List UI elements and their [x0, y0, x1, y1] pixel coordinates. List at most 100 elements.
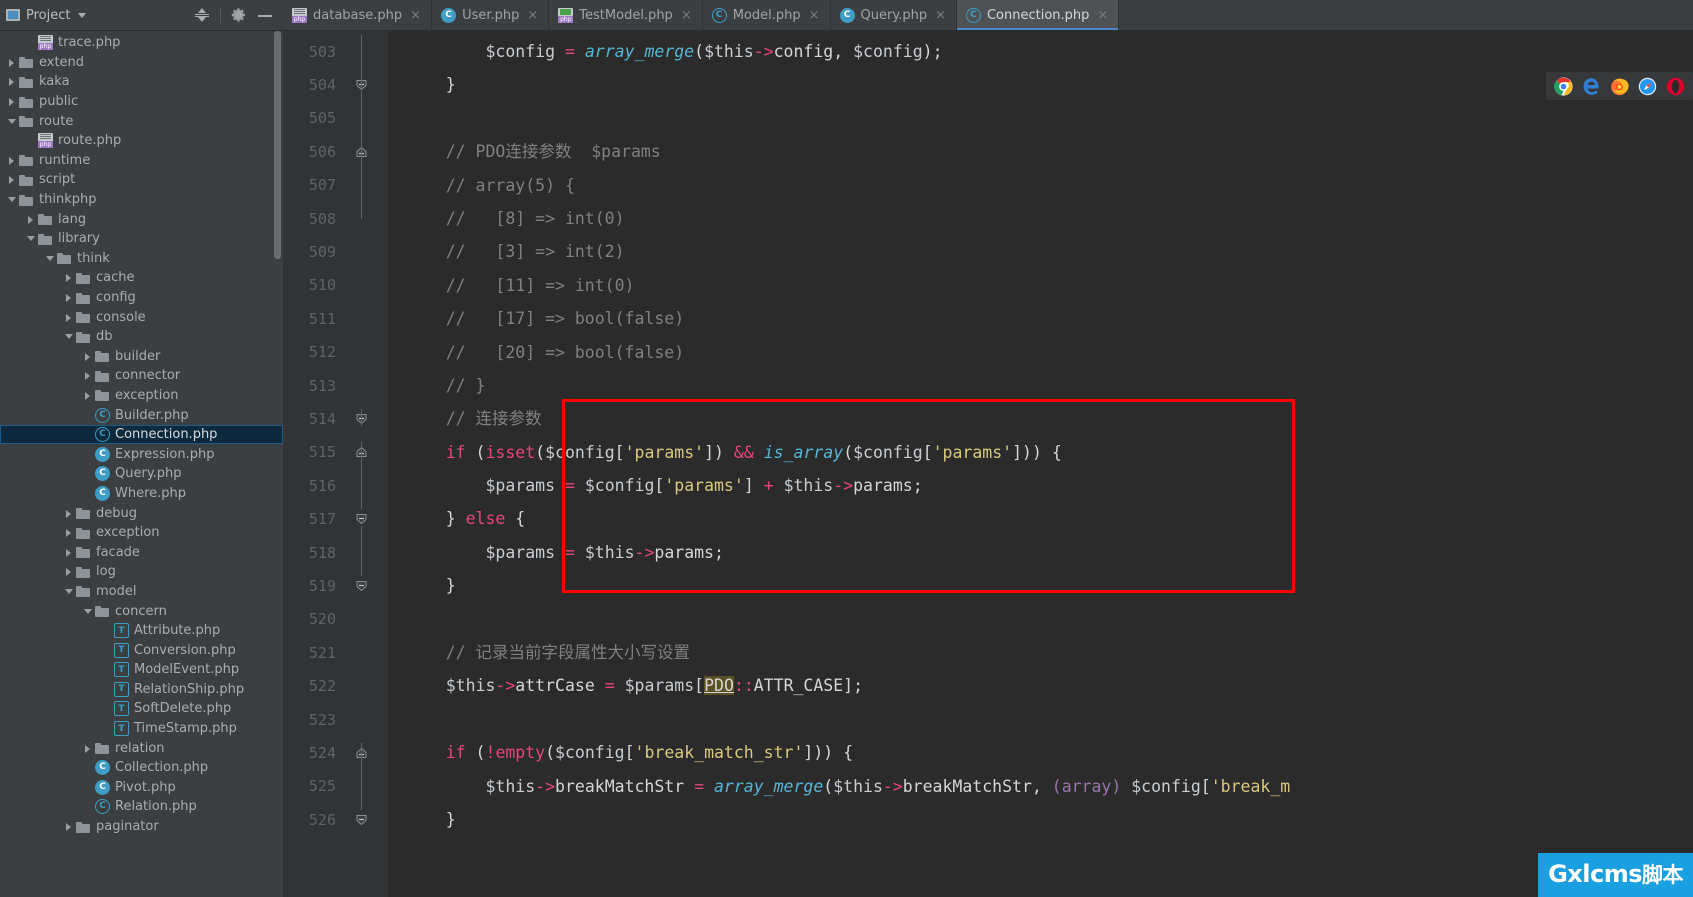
tree-item[interactable]: T ModelEvent.php: [0, 660, 283, 680]
tree-item[interactable]: trace.php: [0, 33, 283, 53]
tree-expand-arrow-icon[interactable]: [6, 193, 19, 206]
editor-tab[interactable]: database.php ×: [283, 0, 433, 30]
minimize-icon[interactable]: [257, 7, 273, 23]
close-tab-icon[interactable]: ×: [410, 9, 421, 22]
tree-item[interactable]: relation: [0, 738, 283, 758]
editor-tab[interactable]: C Query.php ×: [830, 0, 957, 30]
tree-item[interactable]: C Where.php: [0, 484, 283, 504]
tree-item[interactable]: C Query.php: [0, 464, 283, 484]
code-line[interactable]: } else {: [388, 502, 1693, 535]
code-line[interactable]: // [8] => int(0): [388, 202, 1693, 235]
gear-icon[interactable]: [231, 7, 247, 23]
code-line[interactable]: // }: [388, 369, 1693, 402]
project-title-group[interactable]: Project: [6, 8, 194, 23]
tree-expand-arrow-icon[interactable]: [63, 271, 76, 284]
code-line[interactable]: if (isset($config['params']) && is_array…: [388, 436, 1693, 469]
tree-item[interactable]: route.php: [0, 131, 283, 151]
tree-item[interactable]: log: [0, 562, 283, 582]
code-line[interactable]: // 记录当前字段属性大小写设置: [388, 636, 1693, 669]
chrome-icon[interactable]: [1554, 76, 1573, 96]
tree-item[interactable]: library: [0, 229, 283, 249]
tree-item[interactable]: extend: [0, 53, 283, 73]
tree-expand-arrow-icon[interactable]: [6, 173, 19, 186]
tree-expand-arrow-icon[interactable]: [63, 330, 76, 343]
tree-expand-arrow-icon[interactable]: [25, 213, 38, 226]
tree-expand-arrow-icon[interactable]: [6, 154, 19, 167]
tree-expand-arrow-icon[interactable]: [63, 507, 76, 520]
code-line[interactable]: // PDO连接参数 $params: [388, 135, 1693, 168]
code-line[interactable]: }: [388, 803, 1693, 836]
project-tree[interactable]: trace.php extend kaka public route route.php r…: [0, 31, 283, 897]
tree-item[interactable]: console: [0, 307, 283, 327]
safari-icon[interactable]: [1638, 77, 1657, 96]
tree-item[interactable]: C Pivot.php: [0, 778, 283, 798]
tree-expand-arrow-icon[interactable]: [63, 526, 76, 539]
code-line[interactable]: }: [388, 68, 1693, 101]
tree-item[interactable]: cache: [0, 268, 283, 288]
tree-item[interactable]: route: [0, 111, 283, 131]
tree-item[interactable]: T SoftDelete.php: [0, 699, 283, 719]
tree-item[interactable]: kaka: [0, 72, 283, 92]
tree-item[interactable]: connector: [0, 366, 283, 386]
code-line[interactable]: [388, 703, 1693, 736]
code-fold-icon[interactable]: [356, 514, 367, 525]
tree-item[interactable]: model: [0, 582, 283, 602]
tree-item[interactable]: paginator: [0, 817, 283, 837]
close-tab-icon[interactable]: ×: [681, 9, 692, 22]
code-fold-icon[interactable]: [356, 814, 367, 825]
tree-expand-arrow-icon[interactable]: [63, 820, 76, 833]
tree-expand-arrow-icon[interactable]: [6, 95, 19, 108]
collapse-all-icon[interactable]: [194, 7, 210, 23]
code-line[interactable]: $params = $config['params'] + $this->par…: [388, 469, 1693, 502]
tree-item[interactable]: facade: [0, 542, 283, 562]
tree-item[interactable]: config: [0, 288, 283, 308]
code-fold-icon[interactable]: [356, 580, 367, 592]
code-line[interactable]: $params = $this->params;: [388, 536, 1693, 569]
tree-item[interactable]: thinkphp: [0, 190, 283, 210]
tree-item[interactable]: T RelationShip.php: [0, 680, 283, 700]
code-line[interactable]: // array(5) {: [388, 169, 1693, 202]
tree-item[interactable]: public: [0, 92, 283, 112]
tree-expand-arrow-icon[interactable]: [82, 742, 95, 755]
tree-item[interactable]: exception: [0, 386, 283, 406]
editor-tab[interactable]: TestModel.php ×: [549, 0, 703, 30]
code-line[interactable]: $config = array_merge($this->config, $co…: [388, 35, 1693, 68]
editor-gutter[interactable]: 503 504 505 506 507 508 509 510 511 512 513 514 515 5…: [283, 31, 388, 897]
tree-item[interactable]: builder: [0, 347, 283, 367]
tree-expand-arrow-icon[interactable]: [6, 115, 19, 128]
tree-expand-arrow-icon[interactable]: [44, 252, 57, 265]
tree-item[interactable]: lang: [0, 209, 283, 229]
code-editor[interactable]: 503 504 505 506 507 508 509 510 511 512 513 514 515 5…: [283, 31, 1693, 897]
editor-tab[interactable]: C User.php ×: [432, 0, 550, 30]
code-line[interactable]: [388, 603, 1693, 636]
tree-item[interactable]: T TimeStamp.php: [0, 719, 283, 739]
code-line[interactable]: [388, 102, 1693, 135]
code-line[interactable]: if (!empty($config['break_match_str'])) …: [388, 736, 1693, 769]
edge-icon[interactable]: [1582, 77, 1601, 96]
editor-scrollbar-track[interactable]: [1680, 31, 1693, 897]
chevron-down-icon[interactable]: [78, 12, 87, 18]
code-line[interactable]: // [20] => bool(false): [388, 336, 1693, 369]
close-tab-icon[interactable]: ×: [809, 9, 820, 22]
tree-item-selected[interactable]: C Connection.php: [0, 424, 283, 445]
tree-expand-arrow-icon[interactable]: [63, 311, 76, 324]
tree-expand-arrow-icon[interactable]: [82, 350, 95, 363]
tree-item[interactable]: exception: [0, 523, 283, 543]
firefox-icon[interactable]: [1610, 77, 1629, 96]
editor-code-area[interactable]: $config = array_merge($this->config, $co…: [388, 31, 1693, 897]
close-tab-icon[interactable]: ×: [1097, 9, 1108, 22]
editor-tab[interactable]: C Connection.php ×: [956, 0, 1120, 30]
code-line[interactable]: // [3] => int(2): [388, 235, 1693, 268]
tree-expand-arrow-icon[interactable]: [82, 605, 95, 618]
editor-tab[interactable]: C Model.php ×: [702, 0, 831, 30]
close-tab-icon[interactable]: ×: [527, 9, 538, 22]
tree-expand-arrow-icon[interactable]: [63, 546, 76, 559]
tree-expand-arrow-icon[interactable]: [6, 56, 19, 69]
tree-item[interactable]: think: [0, 249, 283, 269]
project-tree-scrollbar[interactable]: [274, 31, 281, 259]
tree-expand-arrow-icon[interactable]: [63, 291, 76, 304]
tree-expand-arrow-icon[interactable]: [63, 585, 76, 598]
opera-icon[interactable]: [1666, 77, 1685, 96]
tree-item[interactable]: C Relation.php: [0, 797, 283, 817]
code-line[interactable]: $this->attrCase = $params[PDO::ATTR_CASE…: [388, 669, 1693, 702]
